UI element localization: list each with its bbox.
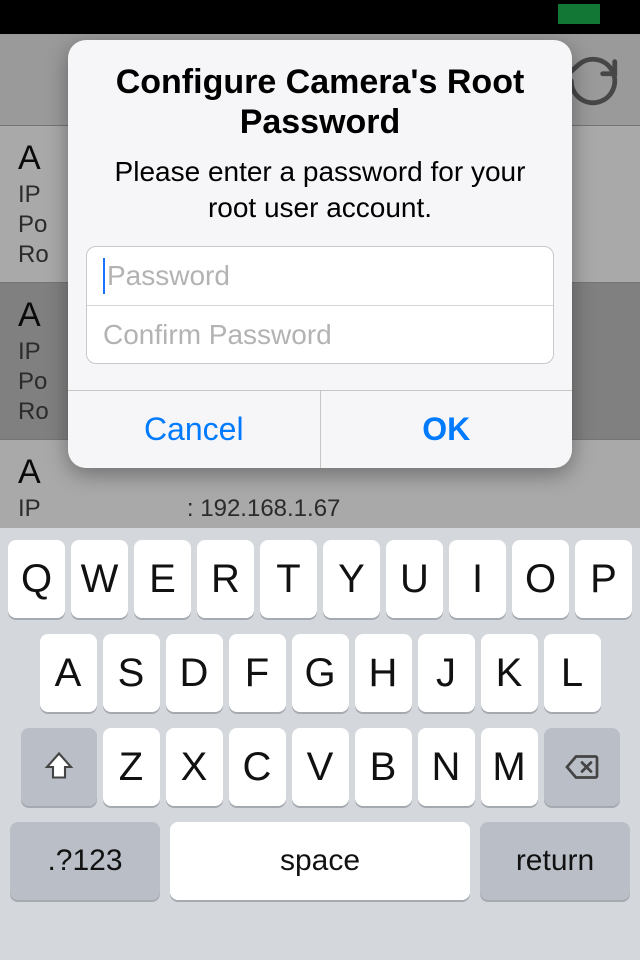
key-backspace[interactable] bbox=[544, 728, 620, 806]
confirm-password-input[interactable] bbox=[103, 319, 537, 351]
key-mode[interactable]: .?123 bbox=[10, 822, 160, 900]
key-x[interactable]: X bbox=[166, 728, 223, 806]
password-input[interactable] bbox=[107, 260, 537, 292]
key-e[interactable]: E bbox=[134, 540, 191, 618]
key-l[interactable]: L bbox=[544, 634, 601, 712]
dialog-message: Please enter a password for your root us… bbox=[68, 148, 572, 246]
key-shift[interactable] bbox=[21, 728, 97, 806]
key-w[interactable]: W bbox=[71, 540, 128, 618]
key-p[interactable]: P bbox=[575, 540, 632, 618]
key-q[interactable]: Q bbox=[8, 540, 65, 618]
dialog-buttons: Cancel OK bbox=[68, 390, 572, 468]
password-dialog: Configure Camera's Root Password Please … bbox=[68, 40, 572, 468]
keyboard-row-4: .?123 space return bbox=[6, 822, 634, 900]
key-v[interactable]: V bbox=[292, 728, 349, 806]
key-d[interactable]: D bbox=[166, 634, 223, 712]
keyboard-row-3: Z X C V B N M bbox=[6, 728, 634, 806]
key-g[interactable]: G bbox=[292, 634, 349, 712]
key-h[interactable]: H bbox=[355, 634, 412, 712]
key-m[interactable]: M bbox=[481, 728, 538, 806]
key-y[interactable]: Y bbox=[323, 540, 380, 618]
key-u[interactable]: U bbox=[386, 540, 443, 618]
key-j[interactable]: J bbox=[418, 634, 475, 712]
dialog-fields bbox=[86, 246, 554, 364]
ok-button[interactable]: OK bbox=[320, 391, 573, 468]
key-z[interactable]: Z bbox=[103, 728, 160, 806]
confirm-field-wrap[interactable] bbox=[87, 305, 553, 363]
cancel-button[interactable]: Cancel bbox=[68, 391, 320, 468]
key-t[interactable]: T bbox=[260, 540, 317, 618]
key-c[interactable]: C bbox=[229, 728, 286, 806]
key-a[interactable]: A bbox=[40, 634, 97, 712]
key-b[interactable]: B bbox=[355, 728, 412, 806]
onscreen-keyboard: Q W E R T Y U I O P A S D F G H J K L Z … bbox=[0, 528, 640, 960]
key-s[interactable]: S bbox=[103, 634, 160, 712]
text-caret bbox=[103, 258, 105, 294]
key-r[interactable]: R bbox=[197, 540, 254, 618]
keyboard-row-2: A S D F G H J K L bbox=[6, 634, 634, 712]
dialog-title: Configure Camera's Root Password bbox=[68, 40, 572, 148]
key-return[interactable]: return bbox=[480, 822, 630, 900]
key-space[interactable]: space bbox=[170, 822, 470, 900]
key-n[interactable]: N bbox=[418, 728, 475, 806]
keyboard-row-1: Q W E R T Y U I O P bbox=[6, 540, 634, 618]
key-k[interactable]: K bbox=[481, 634, 538, 712]
key-f[interactable]: F bbox=[229, 634, 286, 712]
key-o[interactable]: O bbox=[512, 540, 569, 618]
key-i[interactable]: I bbox=[449, 540, 506, 618]
password-field-wrap[interactable] bbox=[87, 247, 553, 305]
